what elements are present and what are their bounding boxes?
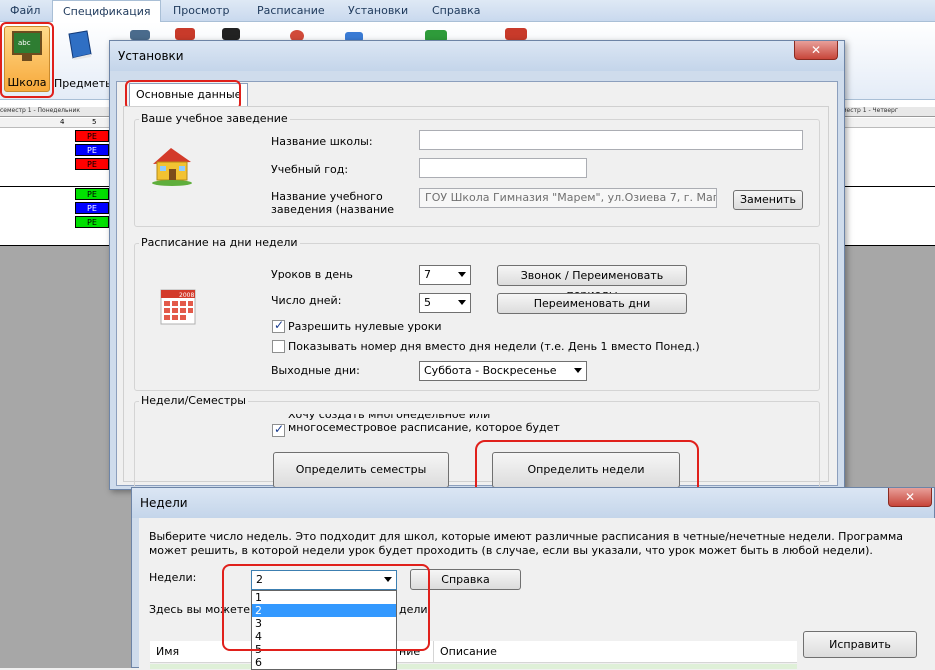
house-export-icon bbox=[505, 28, 527, 40]
chevron-down-icon bbox=[458, 272, 466, 277]
multi-week-checkbox[interactable] bbox=[272, 422, 285, 437]
tab-panel: Ваше учебное заведение Название школы: У… bbox=[123, 106, 829, 501]
inst-name-label: Название учебного заведения (название дл… bbox=[271, 190, 395, 218]
weeks-group: Недели/Семестры Хочу создать многонедель… bbox=[134, 394, 820, 501]
schedule-group: Расписание на дни недели 2008 Уроков в д… bbox=[134, 236, 820, 391]
menu-bar: Файл Спецификация Просмотр Расписание Ус… bbox=[0, 0, 935, 23]
pe-cell[interactable]: PE bbox=[75, 188, 109, 200]
school-highlight bbox=[0, 22, 54, 98]
multi-week-label: Хочу создать многонедельное или многосем… bbox=[288, 414, 560, 438]
school-group-title: Ваше учебное заведение bbox=[139, 112, 290, 125]
allow-zero-lessons-label: Разрешить нулевые уроки bbox=[288, 320, 442, 333]
timetable-header-right: семестр 1 - Четверг bbox=[835, 107, 935, 117]
subjects-ribbon-label: Предметы bbox=[54, 77, 114, 90]
year-label: Учебный год: bbox=[271, 163, 349, 176]
rename-days-button[interactable]: Переименовать дни bbox=[497, 293, 687, 314]
school-name-label: Название школы: bbox=[271, 135, 373, 148]
weeks-titlebar[interactable]: Недели ✕ bbox=[132, 488, 934, 518]
settings-dialog: Установки ✕ Основные данные Ваше учебное… bbox=[109, 40, 845, 501]
days-label: Число дней: bbox=[271, 294, 342, 307]
book-icon bbox=[63, 28, 97, 62]
pe-cell[interactable]: PE bbox=[75, 144, 109, 156]
teachers-icon bbox=[130, 30, 150, 40]
pe-cell[interactable]: PE bbox=[75, 216, 109, 228]
year-input[interactable] bbox=[419, 158, 587, 178]
lessons-per-day-label: Уроков в день bbox=[271, 268, 353, 281]
column-description[interactable]: Описание bbox=[433, 641, 797, 663]
calendar-icon: 2008 bbox=[157, 282, 201, 330]
inst-name-input[interactable]: ГОУ Школа Гимназия "Марем", ул.Озиева 7,… bbox=[419, 188, 717, 208]
weeks-option[interactable]: 6 bbox=[252, 656, 396, 669]
settings-body: Основные данные Ваше учебное заведение Н… bbox=[116, 80, 838, 501]
bell-rename-periods-button[interactable]: Звонок / Переименовать периоды bbox=[497, 265, 687, 301]
timetable-header-left: семестр 1 - Понедельник bbox=[0, 107, 110, 117]
subjects-ribbon-button[interactable]: Предметы bbox=[54, 26, 114, 92]
settings-titlebar[interactable]: Установки ✕ bbox=[110, 41, 844, 71]
settings-title: Установки bbox=[118, 49, 184, 63]
define-semesters-button[interactable]: Определить семестры bbox=[273, 452, 449, 488]
allow-zero-lessons-checkbox[interactable] bbox=[272, 318, 285, 333]
menu-view[interactable]: Просмотр bbox=[163, 0, 239, 22]
menu-settings[interactable]: Установки bbox=[338, 0, 418, 22]
pe-cell[interactable]: PE bbox=[75, 158, 109, 170]
fix-button[interactable]: Исправить bbox=[803, 631, 917, 658]
menu-help[interactable]: Справка bbox=[422, 0, 490, 22]
close-icon[interactable]: ✕ bbox=[888, 488, 932, 507]
weeks-group-title: Недели/Семестры bbox=[139, 394, 248, 407]
svg-text:2008: 2008 bbox=[179, 292, 194, 299]
menu-schedule[interactable]: Расписание bbox=[247, 0, 335, 22]
weeks-body: Выберите число недель. Это подходит для … bbox=[139, 518, 935, 670]
lessons-per-day-select[interactable]: 7 bbox=[419, 265, 471, 285]
menu-specification[interactable]: Спецификация bbox=[52, 0, 162, 23]
pe-cell[interactable]: PE bbox=[75, 202, 109, 214]
table-row[interactable] bbox=[150, 664, 797, 669]
school-group: Ваше учебное заведение Название школы: У… bbox=[134, 112, 820, 227]
chevron-down-icon bbox=[458, 300, 466, 305]
show-day-number-checkbox[interactable] bbox=[272, 340, 285, 353]
weeks-title: Недели bbox=[140, 496, 188, 510]
close-icon[interactable]: ✕ bbox=[794, 41, 838, 60]
weeks-description: Выберите число недель. Это подходит для … bbox=[149, 530, 904, 557]
timetable-right: семестр 1 - Четверг bbox=[835, 100, 935, 246]
weeks-label: Недели: bbox=[149, 571, 197, 584]
school-name-input[interactable] bbox=[419, 130, 803, 150]
days-select[interactable]: 5 bbox=[419, 293, 471, 313]
weeks-dialog: Недели ✕ Выберите число недель. Это подх… bbox=[131, 487, 935, 670]
timetable-columns: 4 5 bbox=[0, 118, 110, 128]
weeks-select-highlight bbox=[222, 564, 430, 651]
menu-file[interactable]: Файл bbox=[0, 0, 50, 22]
graduate-icon bbox=[222, 28, 240, 40]
weekend-select[interactable]: Суббота - Воскресенье bbox=[419, 361, 587, 381]
weekend-label: Выходные дни: bbox=[271, 364, 360, 377]
house-icon bbox=[149, 142, 195, 188]
pe-cell[interactable]: PE bbox=[75, 130, 109, 142]
show-day-number-label: Показывать номер дня вместо дня недели (… bbox=[288, 340, 700, 353]
chevron-down-icon bbox=[574, 368, 582, 373]
schedule-group-title: Расписание на дни недели bbox=[139, 236, 300, 249]
classes-icon bbox=[175, 28, 195, 40]
timetable-left: семестр 1 - Понедельник 4 5 PE PE PE PE … bbox=[0, 100, 110, 246]
replace-button[interactable]: Заменить bbox=[733, 190, 803, 210]
